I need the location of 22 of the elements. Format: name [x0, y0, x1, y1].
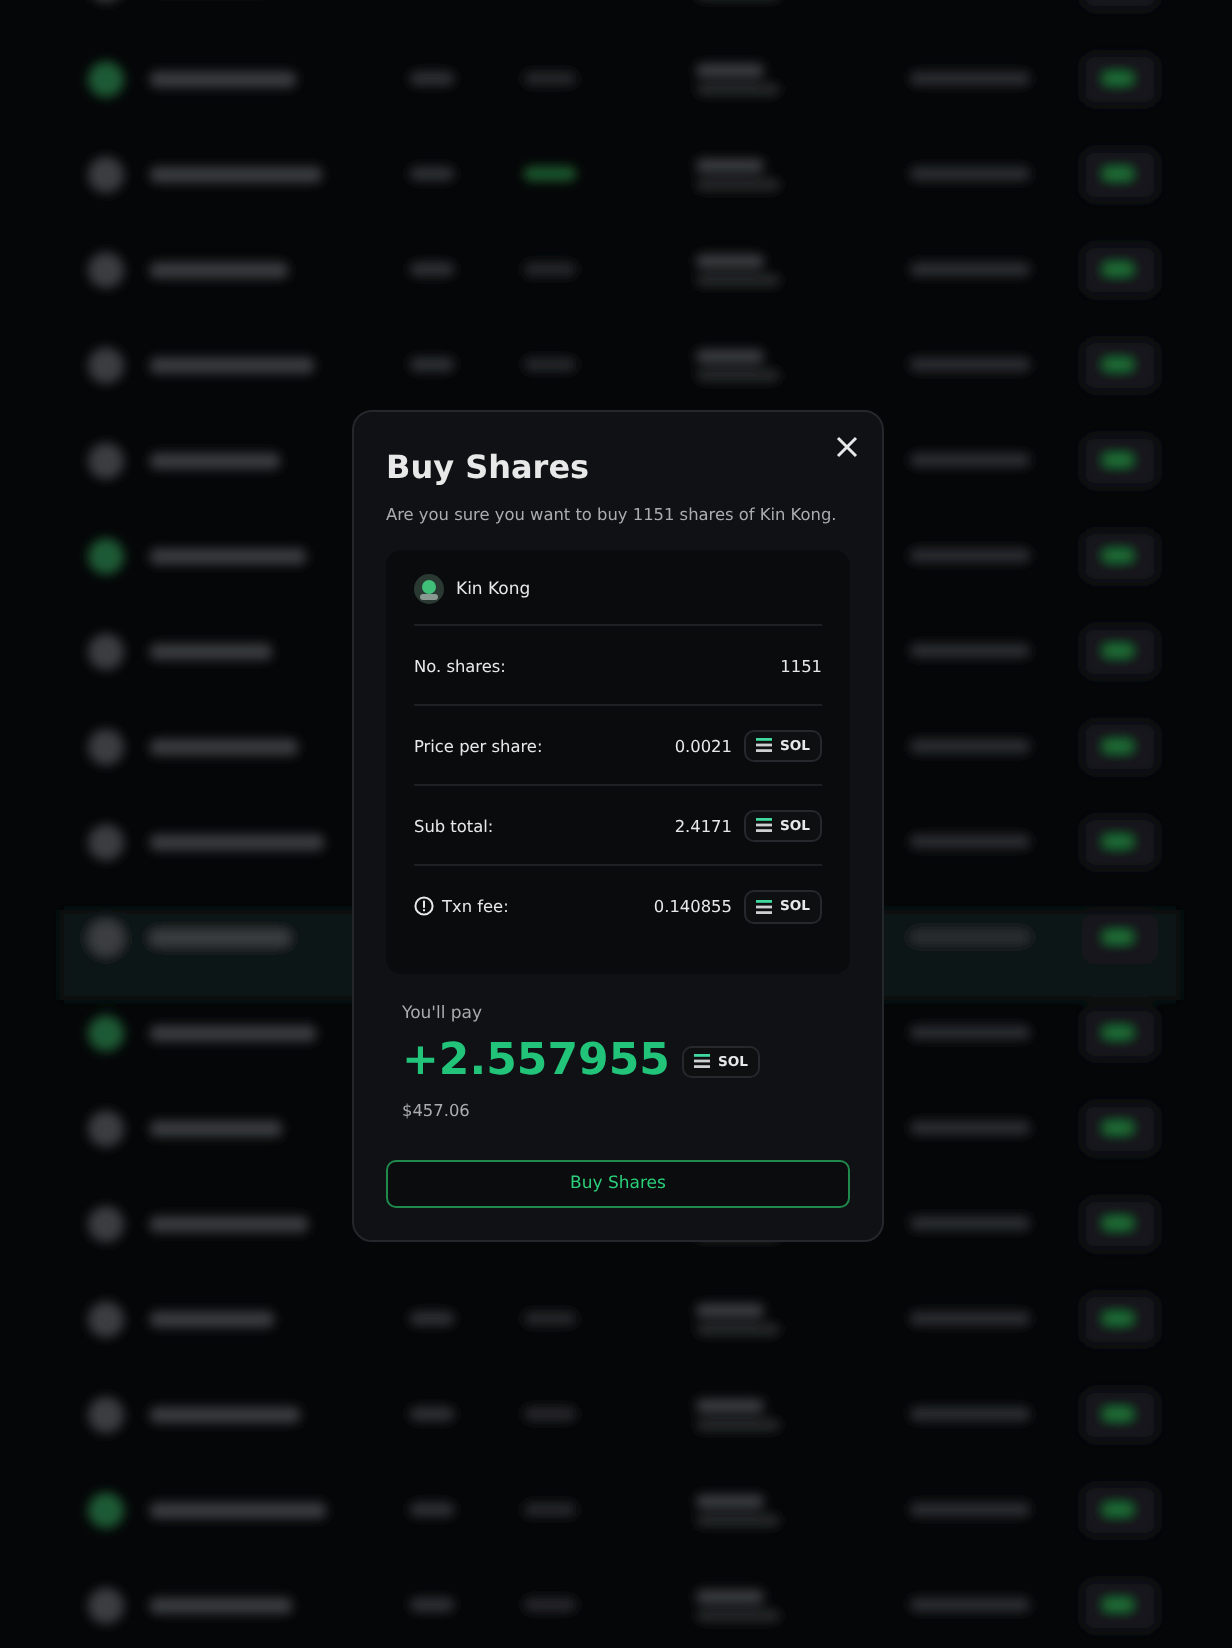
row-value: 0.140855 [653, 894, 732, 920]
row-value: 1151 [780, 653, 822, 679]
coin-icon [693, 1054, 710, 1069]
row-value: 0.0021 [674, 733, 732, 759]
pay-amount: +2.557955 [402, 1034, 670, 1091]
close-button[interactable] [832, 432, 862, 462]
row-label: Price per share: [414, 733, 543, 759]
pay-label: You'll pay [400, 1002, 485, 1029]
buy-shares-button[interactable]: Buy Shares [386, 1159, 850, 1209]
row-label: Sub total: [414, 813, 494, 839]
dialog-message: Are you sure you want to buy 1151 shares of Kin Kong. [386, 502, 839, 527]
coin-icon [755, 899, 772, 914]
coin-icon [755, 738, 772, 753]
token-name: Kin Kong [456, 577, 531, 603]
token-avatar [414, 574, 444, 605]
usd-amount: $457.06 [400, 1098, 472, 1124]
coin-icon [755, 818, 772, 833]
row-label: No. shares: [414, 653, 506, 679]
row-value: 2.4171 [674, 813, 732, 839]
info-icon [414, 896, 434, 917]
dialog-title: Buy Shares [386, 448, 592, 487]
row-label: Txn fee: [442, 894, 509, 920]
